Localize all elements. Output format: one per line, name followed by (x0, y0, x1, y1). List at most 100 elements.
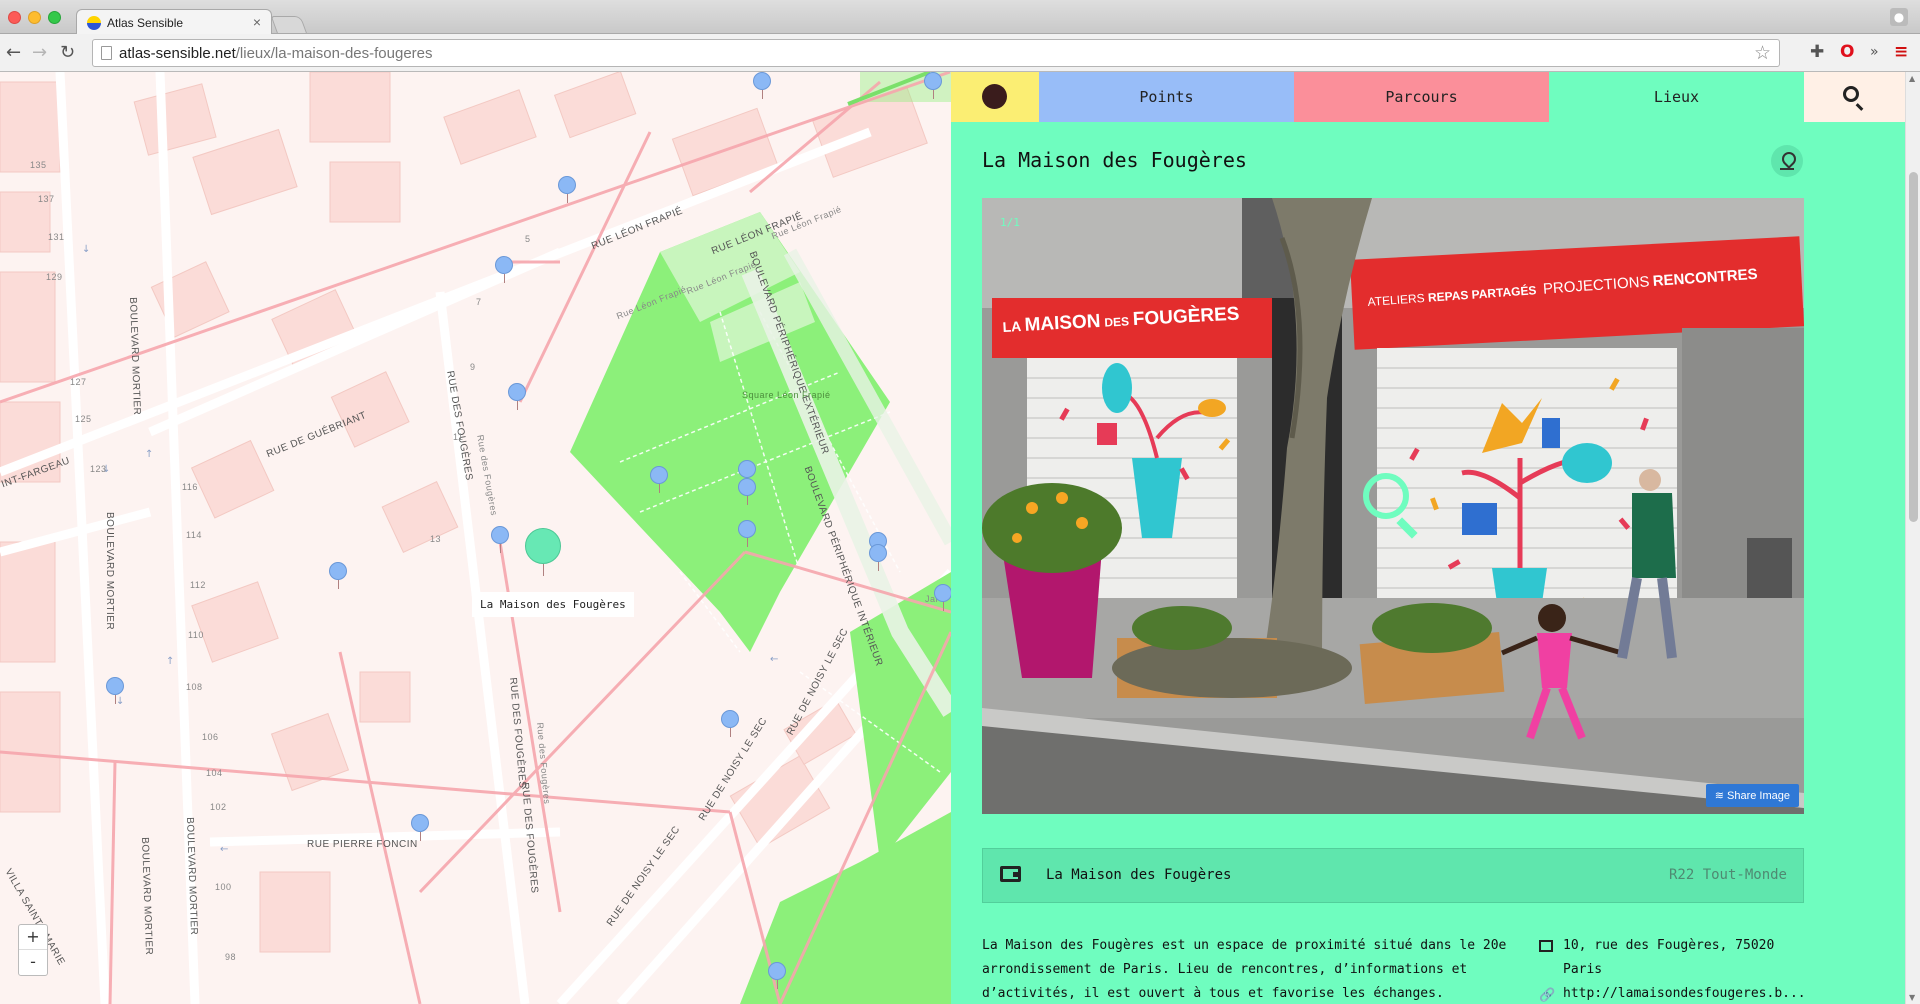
page-title: La Maison des Fougères (982, 148, 1247, 172)
browser-toolbar: ← → ↻ atlas-sensible.net/lieux/la-maison… (0, 34, 1920, 72)
svg-text:↓: ↓ (116, 696, 124, 707)
map[interactable]: ↓ ↓ ↑ ↓ ↑ ← ← RUE LÉON FRAPIÉ Rue Léon F… (0, 72, 951, 1004)
svg-text:↓: ↓ (82, 244, 90, 255)
svg-text:←: ← (770, 654, 778, 665)
maximize-window-button[interactable] (48, 11, 61, 24)
atlas-favicon-icon (87, 16, 101, 30)
zoom-control: + - (18, 924, 48, 976)
map-point-pin[interactable] (738, 478, 756, 505)
website-link[interactable]: http://lamaisondesfougeres.b... (1563, 986, 1806, 1001)
map-point-pin[interactable] (738, 460, 756, 487)
route-row[interactable]: La Maison des Fougères R22 Tout-Monde (982, 848, 1804, 903)
layers-icon: ≋ (1714, 790, 1728, 802)
house-number: 5 (525, 234, 531, 244)
zoom-out-button[interactable]: - (19, 950, 47, 975)
map-point-pin[interactable] (491, 526, 509, 553)
map-marker-icon[interactable] (1771, 145, 1803, 177)
map-point-pin[interactable] (558, 176, 576, 203)
map-point-pin[interactable] (721, 710, 739, 737)
opera-extension-icon[interactable]: O (1840, 42, 1854, 62)
svg-text:↑: ↑ (145, 449, 153, 460)
home-button[interactable] (951, 72, 1039, 122)
house-number: 131 (48, 232, 65, 242)
url-text[interactable]: atlas-sensible.net/lieux/la-maison-des-f… (119, 45, 433, 62)
main-nav: Points Parcours Lieux (951, 72, 1905, 122)
map-point-pin[interactable] (738, 520, 756, 547)
route-name: La Maison des Fougères (1046, 867, 1232, 883)
search-button[interactable] (1804, 72, 1905, 122)
extension-puzzle-icon[interactable]: ✚ (1810, 42, 1824, 62)
scroll-up-icon[interactable]: ▲ (1909, 74, 1915, 83)
house-number: 116 (182, 482, 198, 492)
map-book-icon (1539, 940, 1553, 952)
house-number: 98 (225, 952, 237, 962)
map-point-pin[interactable] (329, 562, 347, 589)
sign-word: FOUGÈRES (1132, 303, 1240, 331)
link-icon: 🔗 (1539, 988, 1556, 1003)
house-number: 11 (453, 432, 464, 442)
address-bar[interactable]: atlas-sensible.net/lieux/la-maison-des-f… (92, 39, 1780, 67)
profile-icon[interactable]: ● (1890, 8, 1908, 26)
sign-word: LA (1002, 318, 1022, 335)
tab-lieux[interactable]: Lieux (1549, 72, 1804, 122)
house-number: 125 (75, 414, 92, 424)
map-point-pin[interactable] (869, 544, 887, 571)
map-point-pin[interactable] (753, 72, 771, 99)
house-number: 110 (188, 630, 204, 640)
house-number: 108 (186, 682, 203, 692)
svg-text:←: ← (220, 844, 228, 855)
house-number: 123 (90, 464, 107, 474)
street-label: BOULEVARD MORTIER (104, 512, 115, 631)
close-window-button[interactable] (8, 11, 21, 24)
map-point-pin[interactable] (106, 677, 124, 704)
new-tab-button[interactable] (270, 16, 308, 34)
place-address-block: 10, rue des Fougères, 75020 Paris 🔗 http:… (1539, 934, 1806, 1004)
tab-points[interactable]: Points (1039, 72, 1294, 122)
selected-place-pin[interactable] (525, 528, 561, 576)
map-point-pin[interactable] (508, 383, 526, 410)
share-image-button[interactable]: ≋ Share Image (1705, 784, 1799, 807)
tab-parcours[interactable]: Parcours (1294, 72, 1549, 122)
tab-close-icon[interactable]: × (253, 14, 261, 30)
zoom-lens-icon[interactable] (1363, 473, 1409, 519)
map-point-pin[interactable] (650, 466, 668, 493)
place-address: 10, rue des Fougères, 75020 Paris (1563, 938, 1775, 977)
back-arrow-icon[interactable]: ← (6, 42, 21, 63)
home-dot-icon (982, 84, 1007, 109)
street-label: RUE PIERRE FONCIN (307, 839, 418, 850)
place-panel: Points Parcours Lieux La Maison des Foug… (951, 72, 1905, 1004)
house-number: 104 (206, 768, 223, 778)
house-number: 129 (46, 272, 63, 282)
browser-tab-bar: Atlas Sensible × ● (0, 0, 1920, 35)
map-point-pin[interactable] (495, 256, 513, 283)
more-extensions-icon[interactable]: » (1870, 44, 1879, 60)
route-tag: R22 Tout-Monde (1668, 867, 1787, 883)
house-number: 112 (190, 580, 206, 590)
website-row: 🔗 http://lamaisondesfougeres.b... (1539, 982, 1806, 1004)
house-number: 106 (202, 732, 219, 742)
scroll-thumb[interactable] (1909, 172, 1918, 522)
browser-tab[interactable]: Atlas Sensible × (76, 9, 272, 35)
scroll-down-icon[interactable]: ▼ (1909, 993, 1915, 1002)
house-number: 7 (476, 297, 482, 307)
map-point-pin[interactable] (411, 814, 429, 841)
reload-icon[interactable]: ↻ (60, 42, 75, 63)
zoom-in-button[interactable]: + (19, 925, 47, 950)
place-photo[interactable]: LA MAISON DES FOUGÈRES ATELIERS REPAS PA… (982, 198, 1804, 814)
share-image-label: Share Image (1727, 790, 1790, 802)
map-point-pin[interactable] (924, 72, 942, 99)
scrollbar[interactable]: ▲ ▼ (1905, 72, 1920, 1004)
house-number: 127 (70, 377, 87, 387)
url-host: atlas-sensible.net (119, 45, 236, 62)
house-number: 100 (215, 882, 232, 892)
house-number: 135 (30, 160, 47, 170)
house-number: 137 (38, 194, 55, 204)
forward-arrow-icon[interactable]: → (32, 42, 47, 63)
url-path: /lieux/la-maison-des-fougeres (235, 45, 433, 62)
bookmark-star-icon[interactable]: ☆ (1754, 42, 1771, 65)
map-point-pin[interactable] (934, 584, 951, 611)
map-point-pin[interactable] (768, 962, 786, 989)
minimize-window-button[interactable] (28, 11, 41, 24)
photo-counter: 1/1 (1000, 216, 1020, 229)
browser-menu-icon[interactable]: ≡ (1894, 42, 1908, 62)
